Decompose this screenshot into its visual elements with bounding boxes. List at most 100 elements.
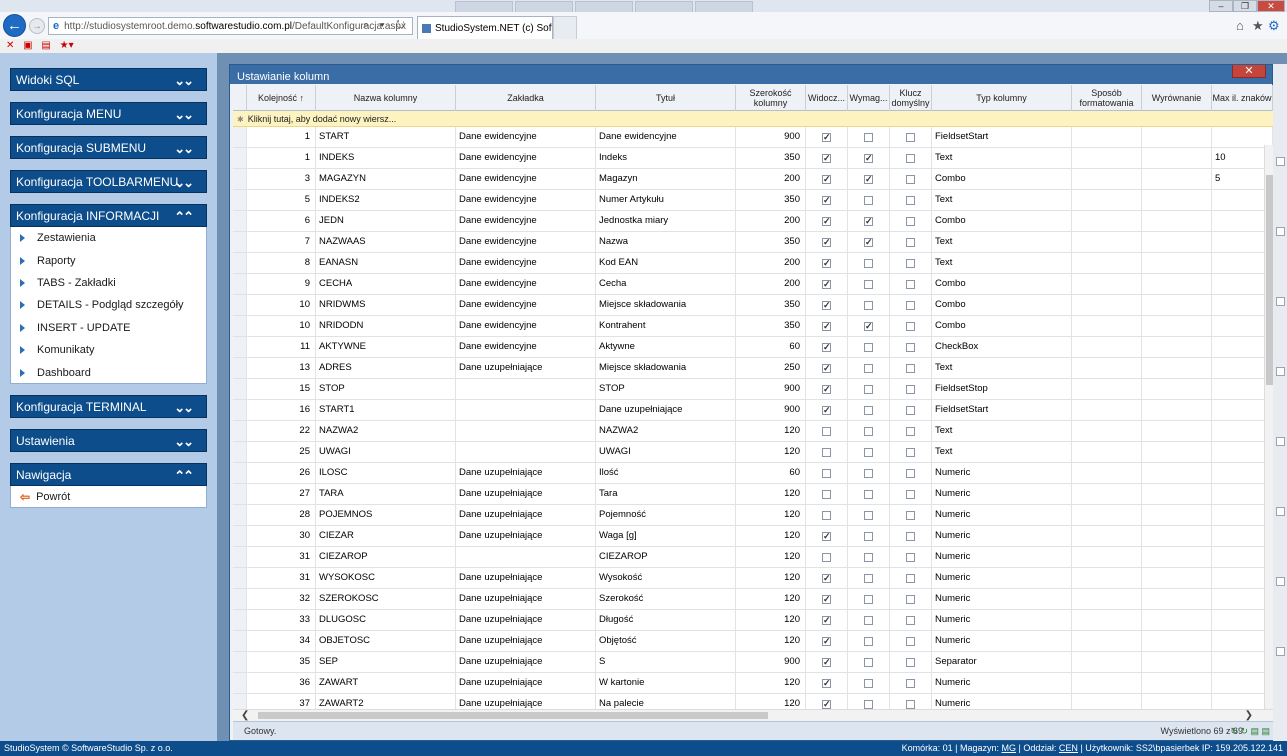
- cell-zakladka[interactable]: [456, 547, 596, 567]
- cell-kolejnosc[interactable]: 5: [247, 190, 316, 210]
- fav-pdf2-icon[interactable]: ▤: [41, 40, 50, 51]
- table-row[interactable]: 36 ZAWART Dane uzupełniające W kartonie 120 ✓…: [233, 673, 1273, 694]
- table-row[interactable]: 10 NRIDODN Dane ewidencyjne Kontrahent 350 ✓ ✓…: [233, 316, 1273, 337]
- cell-typ-kolumny[interactable]: Text: [932, 148, 1072, 168]
- section-widoki-sql[interactable]: Widoki SQL ⌄⌄: [10, 68, 207, 91]
- cell-wyrownanie[interactable]: [1142, 568, 1212, 588]
- cell-wyrownanie[interactable]: [1142, 169, 1212, 189]
- section-nawigacja[interactable]: Nawigacja ⌃⌃: [10, 463, 207, 486]
- cell-typ-kolumny[interactable]: Numeric: [932, 568, 1072, 588]
- cell-kolejnosc[interactable]: 3: [247, 169, 316, 189]
- cell-sposob-formatowania[interactable]: [1072, 505, 1142, 525]
- cell-szerokosc[interactable]: 120: [736, 610, 806, 630]
- table-row[interactable]: 10 NRIDWMS Dane ewidencyjne Miejsce składow…: [233, 295, 1273, 316]
- cell-tytul[interactable]: Wysokość: [596, 568, 736, 588]
- cell-sposob-formatowania[interactable]: [1072, 358, 1142, 378]
- header-tytul[interactable]: Tytuł: [596, 85, 736, 111]
- cell-tytul[interactable]: Aktywne: [596, 337, 736, 357]
- cell-sposob-formatowania[interactable]: [1072, 127, 1142, 147]
- cell-tytul[interactable]: Indeks: [596, 148, 736, 168]
- row-selector[interactable]: [233, 484, 247, 504]
- cell-tytul[interactable]: Szerokość: [596, 589, 736, 609]
- row-selector[interactable]: [233, 610, 247, 630]
- header-wyrownanie[interactable]: Wyrównanie: [1142, 85, 1212, 111]
- table-row[interactable]: 5 INDEKS2 Dane ewidencyjne Numer Artykułu 35…: [233, 190, 1273, 211]
- cell-wyrownanie[interactable]: [1142, 547, 1212, 567]
- sidebar-item-tabs[interactable]: TABS - Zakładki: [11, 272, 206, 294]
- checkbox[interactable]: [864, 279, 873, 289]
- cell-tytul[interactable]: Dane uzupełniające: [596, 400, 736, 420]
- cell-typ-kolumny[interactable]: Numeric: [932, 694, 1072, 709]
- checkbox[interactable]: [864, 447, 873, 457]
- cell-kolejnosc[interactable]: 11: [247, 337, 316, 357]
- cell-sposob-formatowania[interactable]: [1072, 547, 1142, 567]
- table-row[interactable]: 3 MAGAZYN Dane ewidencyjne Magazyn 200 ✓ ✓ Comb…: [233, 169, 1273, 190]
- checkbox[interactable]: ✓: [822, 237, 831, 247]
- checkbox[interactable]: [822, 489, 831, 499]
- cell-szerokosc[interactable]: 120: [736, 484, 806, 504]
- table-row[interactable]: 6 JEDN Dane ewidencyjne Jednostka miary 200 ✓…: [233, 211, 1273, 232]
- cell-kolejnosc[interactable]: 13: [247, 358, 316, 378]
- checkbox[interactable]: [864, 594, 873, 604]
- checkbox[interactable]: [906, 300, 915, 310]
- cell-szerokosc[interactable]: 60: [736, 463, 806, 483]
- header-sposob-formatowania[interactable]: Sposób formatowania: [1072, 85, 1142, 111]
- cell-typ-kolumny[interactable]: Combo: [932, 211, 1072, 231]
- horizontal-scrollbar[interactable]: ❮ ❯: [233, 709, 1273, 721]
- cell-sposob-formatowania[interactable]: [1072, 694, 1142, 709]
- checkbox[interactable]: ✓: [822, 132, 831, 142]
- cell-kolejnosc[interactable]: 31: [247, 568, 316, 588]
- checkbox[interactable]: ✓: [822, 657, 831, 667]
- table-row[interactable]: 34 OBJETOSC Dane uzupełniające Objętość 120 ✓…: [233, 631, 1273, 652]
- cell-nazwa-kolumny[interactable]: STOP: [316, 379, 456, 399]
- cell-zakladka[interactable]: Dane uzupełniające: [456, 526, 596, 546]
- checkbox[interactable]: ✓: [822, 216, 831, 226]
- cell-szerokosc[interactable]: 120: [736, 673, 806, 693]
- cell-szerokosc[interactable]: 120: [736, 505, 806, 525]
- cell-kolejnosc[interactable]: 22: [247, 421, 316, 441]
- cell-kolejnosc[interactable]: 6: [247, 211, 316, 231]
- cell-nazwa-kolumny[interactable]: UWAGI: [316, 442, 456, 462]
- fav-close-icon[interactable]: ✕: [6, 40, 14, 51]
- cell-sposob-formatowania[interactable]: [1072, 337, 1142, 357]
- checkbox[interactable]: [864, 384, 873, 394]
- cell-tytul[interactable]: UWAGI: [596, 442, 736, 462]
- fav-menu-icon[interactable]: ★▾: [60, 40, 74, 51]
- cell-tytul[interactable]: CIEZAROP: [596, 547, 736, 567]
- table-row[interactable]: 33 DLUGOSC Dane uzupełniające Długość 120 ✓ Nu…: [233, 610, 1273, 631]
- row-selector[interactable]: [233, 358, 247, 378]
- oddzial-link[interactable]: CEN: [1059, 743, 1078, 753]
- table-row[interactable]: 31 CIEZAROP CIEZAROP 120 Numeric: [233, 547, 1273, 568]
- table-row[interactable]: 8 EANASN Dane ewidencyjne Kod EAN 200 ✓ Text: [233, 253, 1273, 274]
- cell-szerokosc[interactable]: 120: [736, 589, 806, 609]
- row-selector[interactable]: [233, 463, 247, 483]
- cell-kolejnosc[interactable]: 25: [247, 442, 316, 462]
- row-selector[interactable]: [233, 211, 247, 231]
- cell-nazwa-kolumny[interactable]: OBJETOSC: [316, 631, 456, 651]
- cell-kolejnosc[interactable]: 34: [247, 631, 316, 651]
- address-bar[interactable]: e http://studiosystemroot.demo. softwares…: [48, 17, 413, 35]
- checkbox[interactable]: [906, 531, 915, 541]
- horizontal-scroll-thumb[interactable]: [258, 712, 768, 719]
- cell-typ-kolumny[interactable]: Text: [932, 358, 1072, 378]
- row-selector[interactable]: [233, 148, 247, 168]
- checkbox[interactable]: [864, 510, 873, 520]
- cell-tytul[interactable]: Jednostka miary: [596, 211, 736, 231]
- checkbox[interactable]: ✓: [822, 258, 831, 268]
- cell-typ-kolumny[interactable]: Text: [932, 232, 1072, 252]
- cell-tytul[interactable]: Dane ewidencyjne: [596, 127, 736, 147]
- window-close-button[interactable]: ✕: [1257, 0, 1285, 12]
- cell-szerokosc[interactable]: 200: [736, 169, 806, 189]
- cell-zakladka[interactable]: Dane ewidencyjne: [456, 337, 596, 357]
- cell-szerokosc[interactable]: 60: [736, 337, 806, 357]
- cell-szerokosc[interactable]: 900: [736, 400, 806, 420]
- checkbox[interactable]: [864, 342, 873, 352]
- cell-sposob-formatowania[interactable]: [1072, 169, 1142, 189]
- checkbox[interactable]: [906, 279, 915, 289]
- row-selector[interactable]: [233, 652, 247, 672]
- header-widoczna[interactable]: Widocz...: [806, 85, 848, 111]
- cell-typ-kolumny[interactable]: Numeric: [932, 673, 1072, 693]
- row-selector[interactable]: [233, 547, 247, 567]
- header-nazwa-kolumny[interactable]: Nazwa kolumny: [316, 85, 456, 111]
- header-kolejnosc[interactable]: Kolejność ↑: [247, 85, 316, 111]
